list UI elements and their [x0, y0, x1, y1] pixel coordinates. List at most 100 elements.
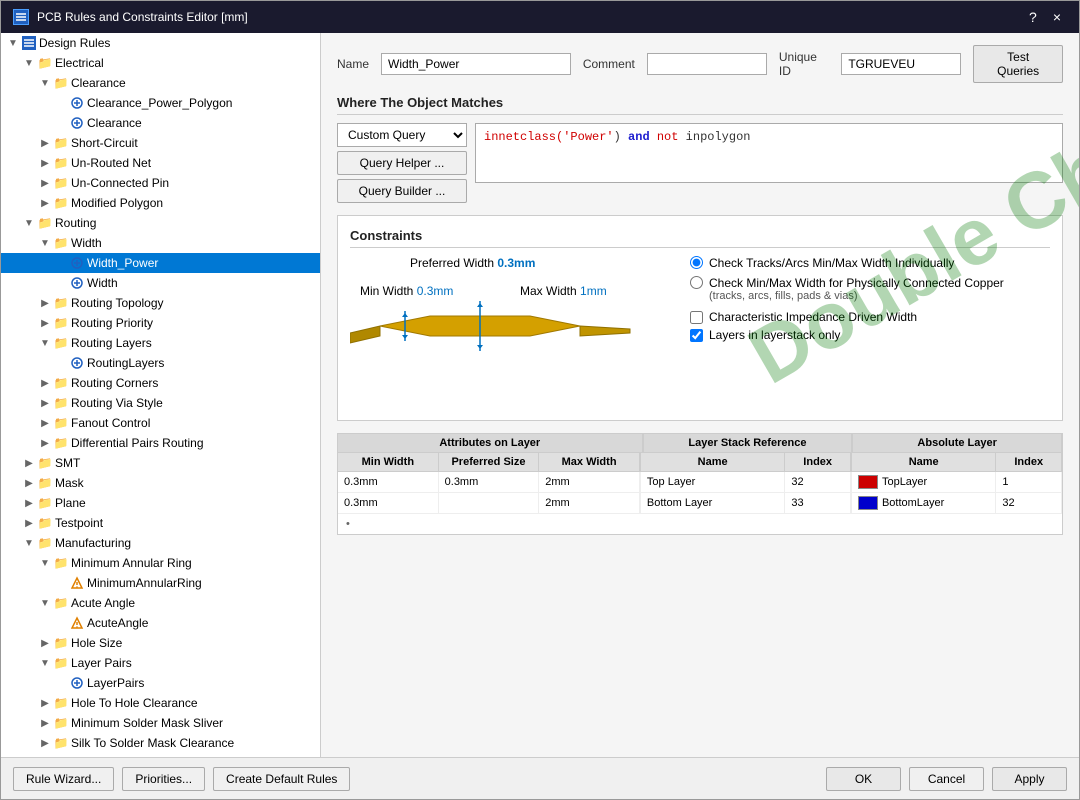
tree-item[interactable]: ▼📁Electrical — [1, 53, 320, 73]
tree-item[interactable]: ▶📁Un-Routed Net — [1, 153, 320, 173]
tree-item[interactable]: ▼📁Acute Angle — [1, 593, 320, 613]
checkbox-layerstack-input[interactable] — [690, 329, 703, 342]
tree-item[interactable]: ▶📁Un-Connected Pin — [1, 173, 320, 193]
help-button[interactable]: ? — [1023, 7, 1043, 27]
tree-item[interactable]: ▼📁Minimum Annular Ring — [1, 553, 320, 573]
query-helper-button[interactable]: Query Helper ... — [337, 151, 467, 175]
unique-id-input[interactable] — [841, 53, 961, 75]
node-icon: 📁 — [53, 175, 69, 191]
query-type-dropdown[interactable]: Custom Query All Net Class — [337, 123, 467, 147]
test-queries-button[interactable]: Test Queries — [973, 45, 1063, 83]
tree-item[interactable]: ▶📁Mask — [1, 473, 320, 493]
expand-icon[interactable]: ▶ — [37, 435, 53, 451]
tree-item[interactable]: ▶📁SMT — [1, 453, 320, 473]
radio-physically-connected[interactable] — [690, 276, 703, 289]
tree-item[interactable]: Clearance_Power_Polygon — [1, 93, 320, 113]
expand-icon[interactable]: ▶ — [37, 195, 53, 211]
expand-icon[interactable]: ▼ — [21, 55, 37, 71]
tree-item[interactable]: ▼📁Routing — [1, 213, 320, 233]
right-panel: Name Comment Unique ID Test Queries Wher… — [321, 33, 1079, 757]
expand-icon[interactable]: ▶ — [37, 175, 53, 191]
tree-item[interactable]: Clearance — [1, 113, 320, 133]
tree-item-label: Hole Size — [71, 636, 316, 650]
tree-item-label: SMT — [55, 456, 316, 470]
expand-icon[interactable]: ▶ — [37, 315, 53, 331]
tree-item[interactable]: ▼Design Rules — [1, 33, 320, 53]
tree-item[interactable]: ▶📁Minimum Solder Mask Sliver — [1, 713, 320, 733]
tree-item-label: Minimum Annular Ring — [71, 556, 316, 570]
tree-item[interactable]: ▶📁Hole To Hole Clearance — [1, 693, 320, 713]
expand-icon[interactable]: ▶ — [21, 455, 37, 471]
expand-icon[interactable]: ▼ — [21, 215, 37, 231]
tree-item[interactable]: ▼📁Manufacturing — [1, 533, 320, 553]
expand-icon[interactable]: ▶ — [21, 495, 37, 511]
expand-icon[interactable]: ▼ — [37, 335, 53, 351]
expand-icon[interactable]: ▶ — [37, 295, 53, 311]
tree-item[interactable]: ▶📁Testpoint — [1, 513, 320, 533]
table-section: Attributes on Layer Layer Stack Referenc… — [337, 433, 1063, 535]
tree-item[interactable]: ▶📁Fanout Control — [1, 413, 320, 433]
expand-icon[interactable]: ▶ — [37, 715, 53, 731]
expand-icon[interactable]: ▶ — [37, 695, 53, 711]
constraints-title: Constraints — [350, 228, 1050, 248]
tree-item[interactable]: ▶📁Silk To Solder Mask Clearance — [1, 733, 320, 753]
expand-icon[interactable]: ▶ — [37, 755, 53, 757]
expand-icon[interactable]: ▼ — [37, 555, 53, 571]
cancel-button[interactable]: Cancel — [909, 767, 984, 791]
expand-icon[interactable]: ▶ — [37, 635, 53, 651]
tree-item[interactable]: MinimumAnnularRing — [1, 573, 320, 593]
col-header-max-width: Max Width — [539, 453, 640, 471]
expand-icon — [53, 95, 69, 111]
tree-item[interactable]: ▼📁Width — [1, 233, 320, 253]
tree-item[interactable]: ▶📁Routing Via Style — [1, 393, 320, 413]
expand-icon[interactable]: ▶ — [37, 375, 53, 391]
expand-icon[interactable]: ▼ — [5, 35, 21, 51]
tree-item[interactable]: ▼📁Routing Layers — [1, 333, 320, 353]
tree-item[interactable]: Width_Power — [1, 253, 320, 273]
priorities-button[interactable]: Priorities... — [122, 767, 205, 791]
expand-icon[interactable]: ▶ — [37, 135, 53, 151]
expand-icon[interactable]: ▼ — [37, 75, 53, 91]
create-defaults-button[interactable]: Create Default Rules — [213, 767, 350, 791]
name-row: Name Comment Unique ID Test Queries — [337, 45, 1063, 83]
expand-icon[interactable]: ▼ — [37, 235, 53, 251]
node-icon: 📁 — [53, 435, 69, 451]
tree-item[interactable]: ▶📁Hole Size — [1, 633, 320, 653]
rule-wizard-button[interactable]: Rule Wizard... — [13, 767, 114, 791]
ok-button[interactable]: OK — [826, 767, 901, 791]
tree-item[interactable]: ▶📁Modified Polygon — [1, 193, 320, 213]
tree-item[interactable]: ▶📁Routing Topology — [1, 293, 320, 313]
radio-individually[interactable] — [690, 256, 703, 269]
expand-icon[interactable]: ▶ — [37, 415, 53, 431]
checkbox-impedance-input[interactable] — [690, 311, 703, 324]
tree-item[interactable]: ▶📁Differential Pairs Routing — [1, 433, 320, 453]
expand-icon[interactable]: ▶ — [21, 475, 37, 491]
expand-icon[interactable]: ▶ — [37, 395, 53, 411]
expand-icon[interactable]: ▶ — [37, 155, 53, 171]
expand-icon[interactable]: ▶ — [37, 735, 53, 751]
checkbox-layerstack-label: Layers in layerstack only — [709, 328, 840, 342]
expand-icon[interactable]: ▼ — [37, 655, 53, 671]
query-text-area[interactable]: innetclass('Power') and not inpolygon — [475, 123, 1063, 183]
tree-item[interactable]: LayerPairs — [1, 673, 320, 693]
expand-icon[interactable]: ▼ — [21, 535, 37, 551]
tree-item-label: Silk To Solder Mask Clearance — [71, 736, 316, 750]
tree-item[interactable]: ▶📁Plane — [1, 493, 320, 513]
apply-button[interactable]: Apply — [992, 767, 1067, 791]
close-button[interactable]: × — [1047, 7, 1067, 27]
tree-item[interactable]: ▶📁Short-Circuit — [1, 133, 320, 153]
expand-icon[interactable]: ▶ — [21, 515, 37, 531]
tree-item[interactable]: ▶📁Silk To Silk Clearance — [1, 753, 320, 757]
name-input[interactable] — [381, 53, 571, 75]
comment-input[interactable] — [647, 53, 767, 75]
tree-item[interactable]: AcuteAngle — [1, 613, 320, 633]
tree-item[interactable]: ▼📁Layer Pairs — [1, 653, 320, 673]
tree-item-label: RoutingLayers — [87, 356, 316, 370]
tree-item[interactable]: Width — [1, 273, 320, 293]
tree-item[interactable]: ▼📁Clearance — [1, 73, 320, 93]
tree-item[interactable]: RoutingLayers — [1, 353, 320, 373]
tree-item[interactable]: ▶📁Routing Priority — [1, 313, 320, 333]
query-builder-button[interactable]: Query Builder ... — [337, 179, 467, 203]
expand-icon[interactable]: ▼ — [37, 595, 53, 611]
tree-item[interactable]: ▶📁Routing Corners — [1, 373, 320, 393]
